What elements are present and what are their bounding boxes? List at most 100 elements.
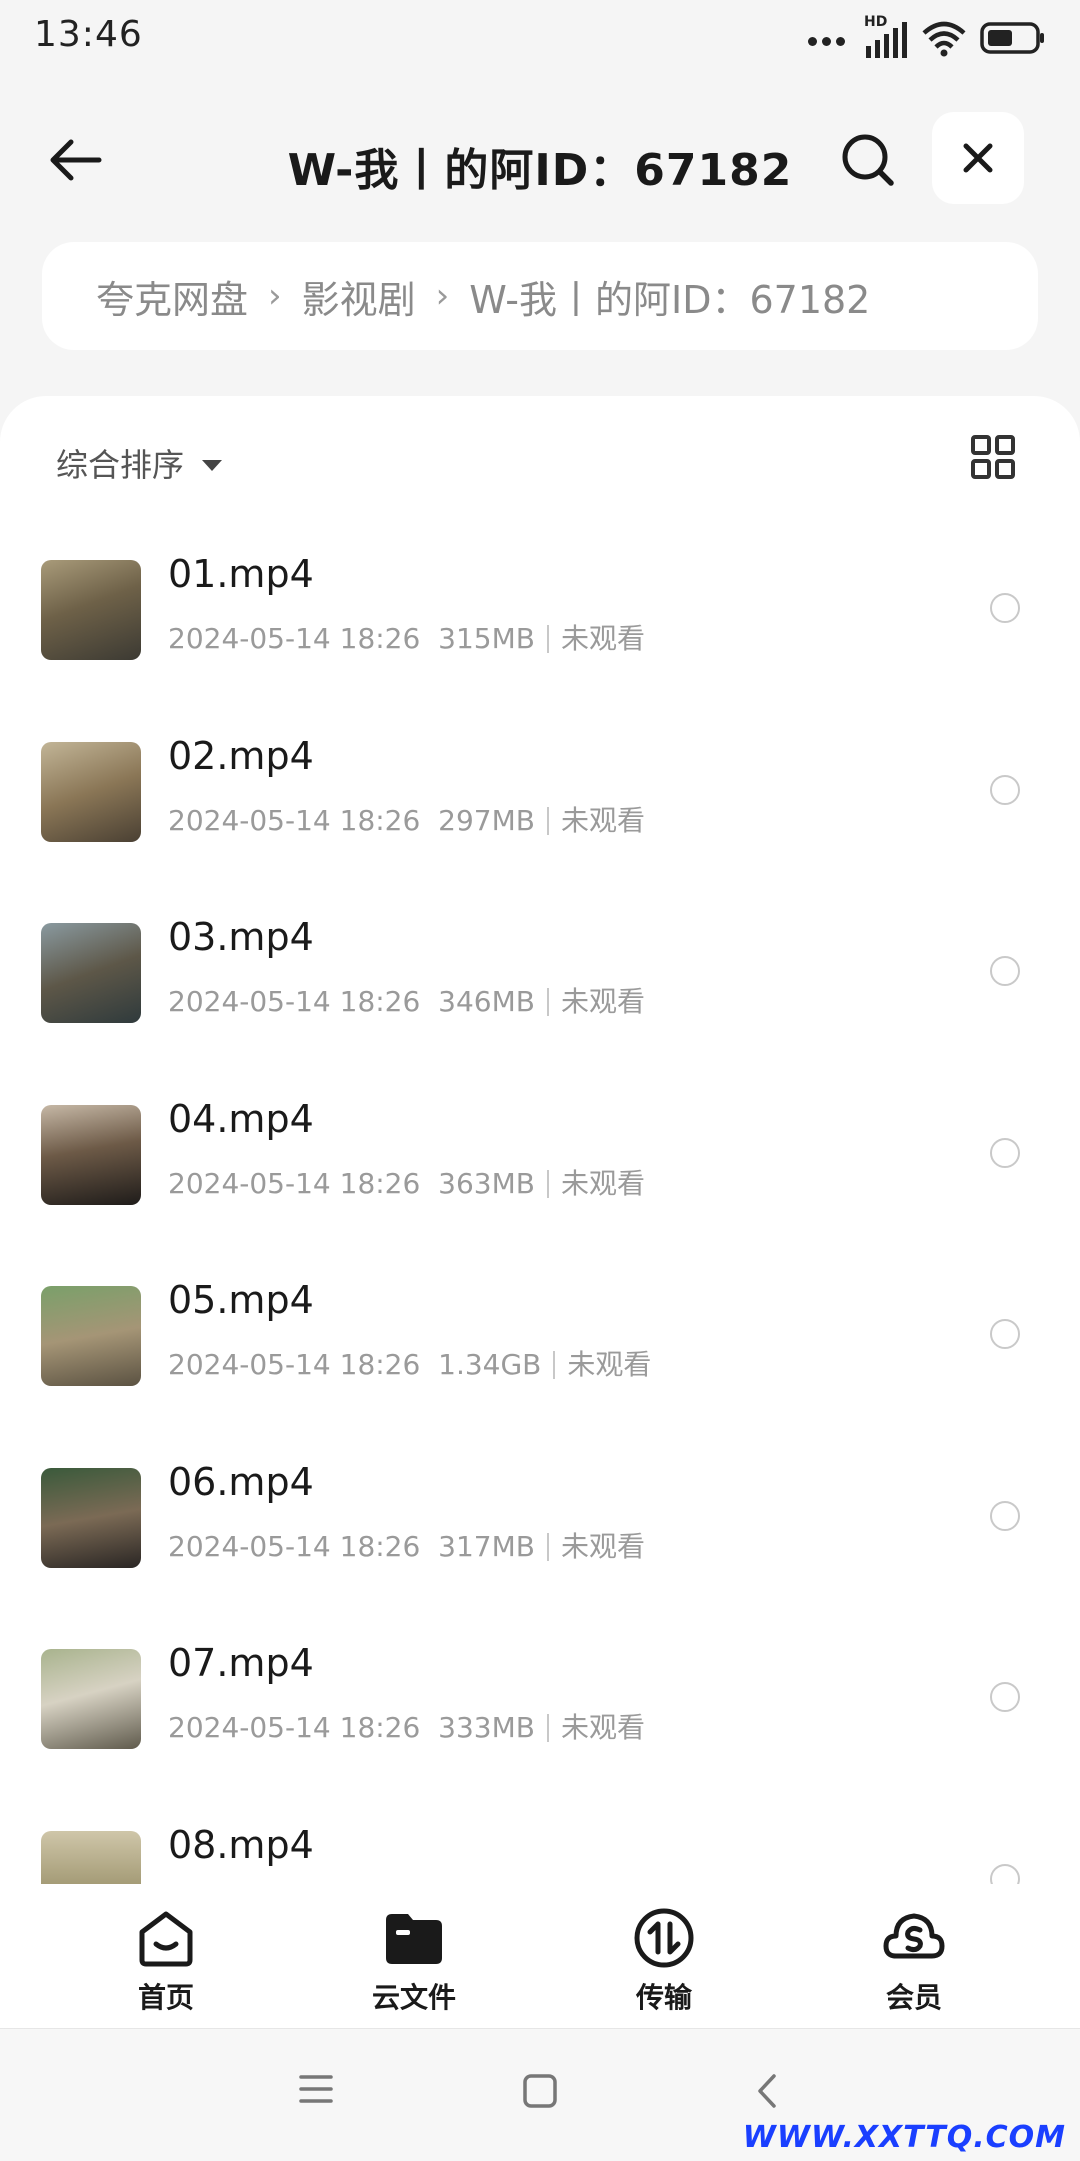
square-icon — [523, 2074, 557, 2108]
file-date: 2024-05-14 18:26 — [168, 1166, 421, 1200]
page-title: W-我丨的阿ID：67182 — [287, 145, 793, 196]
tab-transfer[interactable]: 传输 — [584, 1906, 744, 2016]
file-row[interactable]: 02.mp4 2024-05-14 18:26 297MB 未观看 — [0, 706, 1080, 887]
grid-view-button[interactable] — [970, 434, 1020, 484]
meta-divider — [546, 988, 549, 1016]
close-icon — [963, 143, 993, 173]
video-thumbnail — [41, 741, 141, 842]
file-size: 317MB — [438, 1529, 535, 1563]
file-row[interactable]: 08.mp4 — [0, 1795, 1080, 1884]
file-name: 08.mp4 — [168, 1822, 314, 1867]
file-row[interactable]: 06.mp4 2024-05-14 18:26 317MB 未观看 — [0, 1432, 1080, 1613]
watch-status: 未观看 — [560, 1166, 645, 1200]
home-icon — [139, 1911, 193, 1967]
breadcrumb-item-current[interactable]: W-我丨的阿ID：67182 — [469, 269, 870, 324]
system-nav-bar: WWW.XXTTQ.COM — [0, 2028, 1080, 2161]
watch-status: 未观看 — [560, 985, 645, 1018]
select-radio[interactable] — [990, 1863, 1020, 1884]
tab-cloud-files-label: 云文件 — [371, 1981, 456, 2014]
select-radio[interactable] — [990, 593, 1020, 623]
file-date: 2024-05-14 18:26 — [168, 1529, 421, 1563]
search-button[interactable] — [830, 122, 906, 198]
status-time: 13:46 — [34, 14, 143, 55]
select-radio[interactable] — [990, 1500, 1020, 1531]
search-icon — [842, 134, 894, 186]
file-name: 01.mp4 — [168, 552, 314, 596]
file-date: 2024-05-14 18:26 — [168, 985, 421, 1018]
tab-bar: 首页 云文件 传输 会员 — [0, 1884, 1080, 2028]
file-date: 2024-05-14 18:26 — [168, 1348, 421, 1381]
file-row[interactable]: 04.mp4 2024-05-14 18:26 363MB 未观看 — [0, 1069, 1080, 1250]
select-radio[interactable] — [990, 1137, 1020, 1168]
meta-divider — [546, 1169, 549, 1198]
meta-divider — [546, 806, 549, 835]
select-radio[interactable] — [990, 1682, 1020, 1712]
file-meta: 2024-05-14 18:26 363MB 未观看 — [168, 1162, 645, 1202]
chevron-left-icon — [758, 2074, 776, 2108]
wifi-icon — [922, 19, 966, 61]
tab-home[interactable]: 首页 — [86, 1906, 246, 2016]
file-name: 07.mp4 — [168, 1641, 314, 1685]
file-name: 04.mp4 — [168, 1096, 314, 1141]
meta-divider — [546, 1532, 549, 1561]
watch-status: 未观看 — [560, 803, 645, 837]
home-nav-button[interactable] — [522, 2073, 558, 2113]
select-radio[interactable] — [990, 1319, 1020, 1349]
file-size: 1.34GB — [438, 1348, 542, 1381]
breadcrumb-item-root[interactable]: 夸克网盘 — [96, 269, 248, 324]
watermark: WWW.XXTTQ.COM — [742, 2120, 1066, 2155]
file-meta: 2024-05-14 18:26 333MB 未观看 — [168, 1706, 645, 1746]
video-thumbnail — [41, 1467, 141, 1568]
transfer-icon — [634, 1908, 694, 1968]
tab-cloud-files[interactable]: 云文件 — [334, 1906, 494, 2016]
video-thumbnail — [41, 1649, 141, 1749]
battery-icon — [980, 21, 1046, 59]
watch-status: 未观看 — [567, 1348, 652, 1381]
meta-divider — [546, 1714, 549, 1742]
folder-icon — [386, 1914, 442, 1964]
file-meta: 2024-05-14 18:26 297MB 未观看 — [168, 799, 645, 839]
file-name: 02.mp4 — [168, 733, 314, 778]
file-row[interactable]: 01.mp4 2024-05-14 18:26 315MB 未观看 — [0, 524, 1080, 705]
file-row[interactable]: 03.mp4 2024-05-14 18:26 346MB 未观看 — [0, 887, 1080, 1068]
tab-transfer-label: 传输 — [635, 1981, 692, 2014]
file-size: 346MB — [438, 985, 535, 1018]
file-size: 333MB — [438, 1711, 535, 1744]
watch-status: 未观看 — [560, 1529, 645, 1563]
file-row[interactable]: 07.mp4 2024-05-14 18:26 333MB 未观看 — [0, 1613, 1080, 1794]
tab-vip-label: 会员 — [885, 1981, 942, 2014]
sort-dropdown[interactable]: 综合排序 — [56, 440, 223, 486]
file-row[interactable]: 05.mp4 2024-05-14 18:26 1.34GB 未观看 — [0, 1250, 1080, 1431]
file-size: 297MB — [438, 803, 535, 837]
watch-status: 未观看 — [560, 1711, 645, 1744]
sort-label: 综合排序 — [56, 446, 185, 484]
close-button[interactable] — [932, 112, 1024, 204]
back-nav-button[interactable] — [754, 2073, 780, 2113]
file-name: 05.mp4 — [168, 1278, 314, 1322]
chevron-right-icon: › — [435, 276, 450, 316]
menu-button[interactable] — [298, 2073, 334, 2109]
chevron-right-icon: › — [268, 276, 282, 316]
select-radio[interactable] — [990, 956, 1020, 986]
file-meta: 2024-05-14 18:26 346MB 未观看 — [168, 980, 645, 1020]
file-date: 2024-05-14 18:26 — [168, 1711, 421, 1744]
file-date: 2024-05-14 18:26 — [168, 803, 421, 837]
breadcrumb-item-category[interactable]: 影视剧 — [302, 269, 416, 324]
more-dots-icon — [808, 31, 850, 50]
video-thumbnail — [41, 1286, 141, 1386]
video-thumbnail — [41, 1830, 141, 1884]
file-meta: 2024-05-14 18:26 315MB 未观看 — [168, 617, 645, 657]
meta-divider — [546, 625, 549, 653]
vip-icon — [883, 1913, 945, 1959]
watch-status: 未观看 — [560, 622, 645, 655]
back-button[interactable] — [40, 128, 110, 192]
file-size: 363MB — [438, 1166, 535, 1200]
file-size: 315MB — [438, 622, 535, 655]
file-date: 2024-05-14 18:26 — [168, 622, 421, 655]
signal-icon: HD — [864, 14, 908, 60]
select-radio[interactable] — [990, 774, 1020, 805]
status-bar: 13:46 HD — [0, 0, 1080, 80]
tab-vip[interactable]: 会员 — [834, 1906, 994, 2016]
back-arrow-icon — [50, 139, 102, 181]
file-meta: 2024-05-14 18:26 317MB 未观看 — [168, 1525, 645, 1565]
